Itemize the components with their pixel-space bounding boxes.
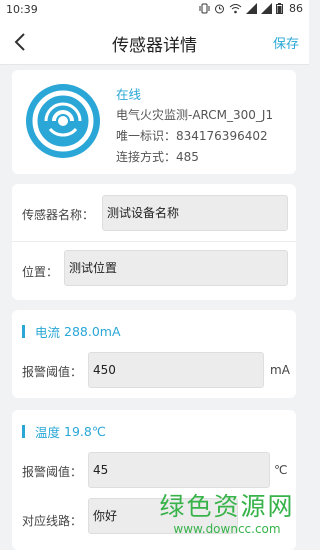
line-label: 对应线路：: [22, 514, 83, 528]
device-connection: 连接方式：485: [116, 150, 199, 164]
device-info: 在线 电气火灾监测-ARCM_300_J1 唯一标识：834176396402 …: [116, 84, 273, 168]
status-time: 10:39: [6, 3, 38, 16]
status-icons: 86: [199, 2, 303, 15]
current-alarm-input[interactable]: 450: [88, 352, 264, 388]
watermark-sub: www.downcc.com: [173, 522, 281, 536]
location-input[interactable]: 测试位置: [64, 250, 288, 286]
current-title: 电流: [35, 325, 61, 340]
watermark-main: 绿色资源网: [159, 492, 295, 521]
site-watermark: 绿色资源网 www.downcc.com: [151, 492, 303, 546]
sensor-name-input[interactable]: 测试设备名称: [102, 195, 288, 231]
save-button[interactable]: 保存: [273, 33, 299, 52]
device-uid: 唯一标识：834176396402: [116, 129, 268, 143]
temperature-unit: ℃: [274, 463, 288, 477]
temperature-alarm-input[interactable]: 45: [88, 452, 270, 488]
current-reading: 288.0mA: [64, 324, 121, 339]
basic-info-card: 传感器名称： 测试设备名称 位置： 测试位置: [12, 184, 296, 300]
section-marker: [22, 325, 25, 338]
name-label: 传感器名称：: [22, 208, 95, 222]
temperature-reading: 19.8℃: [64, 424, 106, 439]
device-status: 在线: [116, 87, 142, 102]
smoke-detector-icon: [26, 84, 100, 158]
location-row: 位置： 测试位置: [12, 242, 296, 300]
current-alarm-label: 报警阈值：: [22, 365, 83, 379]
device-model: 电气火灾监测-ARCM_300_J1: [116, 108, 274, 122]
status-bar: 10:39 86: [0, 0, 309, 20]
location-label: 位置：: [22, 265, 59, 279]
vibrate-icon: [199, 3, 210, 14]
temperature-alarm-label: 报警阈值：: [22, 465, 83, 479]
nav-bar: 传感器详情 保存: [0, 20, 309, 65]
name-row: 传感器名称： 测试设备名称: [12, 184, 296, 242]
temperature-title: 温度: [35, 425, 61, 440]
current-unit: mA: [270, 363, 290, 377]
battery-icon: [276, 3, 283, 14]
current-header: 电流 288.0mA: [22, 322, 121, 341]
signal-1-icon: [246, 3, 257, 14]
alarm-clock-icon: [215, 4, 224, 14]
current-section: 电流 288.0mA 报警阈值： 450 mA: [12, 310, 296, 398]
signal-2-icon: [261, 3, 272, 14]
temperature-header: 温度 19.8℃: [22, 422, 106, 441]
page-title: 传感器详情: [112, 36, 197, 56]
section-marker: [22, 425, 25, 438]
wifi-icon: [229, 4, 242, 14]
device-card: 在线 电气火灾监测-ARCM_300_J1 唯一标识：834176396402 …: [12, 70, 296, 174]
battery-level: 86: [289, 2, 303, 15]
